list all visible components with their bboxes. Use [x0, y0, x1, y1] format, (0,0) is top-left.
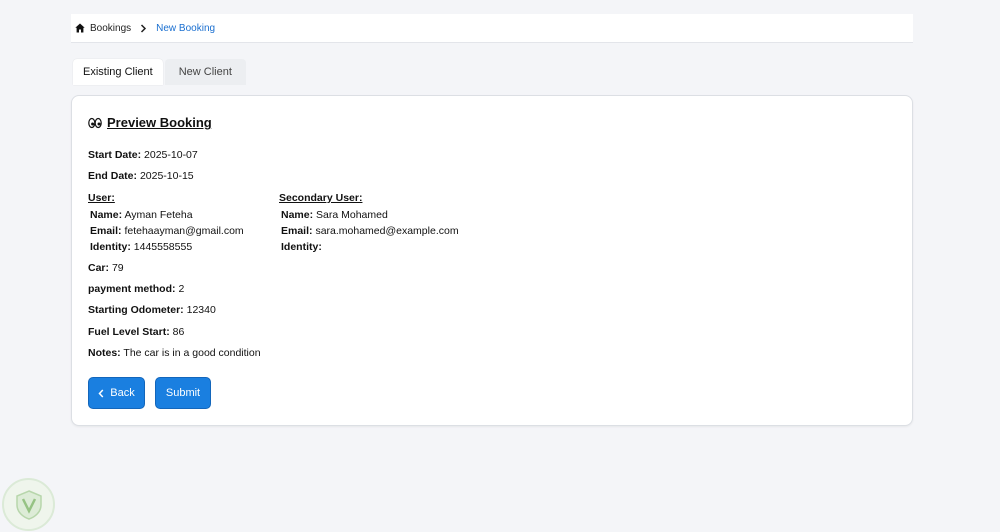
starting-odometer-row: Starting Odometer: 12340 — [88, 304, 216, 316]
fuel-level-label: Fuel Level Start: — [88, 326, 170, 338]
client-tabs: Existing Client New Client — [73, 59, 246, 85]
notes-label: Notes: — [88, 347, 121, 359]
secondary-user-name-value: Sara Mohamed — [316, 209, 388, 221]
user-heading: User: — [88, 192, 115, 204]
preview-card: Preview Booking Start Date: 2025-10-07 E… — [71, 95, 913, 426]
start-date-row: Start Date: 2025-10-07 — [88, 149, 198, 161]
secondary-user-email-value: sara.mohamed@example.com — [315, 225, 459, 237]
user-email-row: Email: fetehaayman@gmail.com — [90, 223, 244, 239]
notes-value: The car is in a good condition — [123, 347, 261, 359]
end-date-value: 2025-10-15 — [139, 170, 194, 182]
car-row: Car: 79 — [88, 262, 124, 274]
secondary-user-identity-label: Identity: — [281, 241, 322, 253]
starting-odometer-label: Starting Odometer: — [88, 304, 184, 316]
fuel-level-value: 86 — [172, 326, 185, 338]
user-block: User: Name: Ayman Feteha Email: fetehaay… — [88, 192, 244, 255]
user-name-label: Name: — [90, 209, 123, 221]
shield-leaf-icon — [15, 489, 42, 520]
page-title: Preview Booking — [107, 115, 212, 130]
back-button[interactable]: Back — [88, 377, 145, 409]
user-email-value: fetehaayman@gmail.com — [124, 225, 244, 237]
breadcrumb-bookings-link[interactable]: Bookings — [90, 23, 131, 34]
chevron-left-icon — [98, 388, 104, 398]
payment-method-label: payment method: — [88, 283, 176, 295]
end-date-row: End Date: 2025-10-15 — [88, 170, 194, 182]
user-email-label: Email: — [90, 225, 122, 237]
breadcrumb: Bookings New Booking — [71, 14, 913, 43]
payment-method-row: payment method: 2 — [88, 283, 184, 295]
user-name-value: Ayman Feteha — [124, 209, 193, 221]
tab-existing-client[interactable]: Existing Client — [73, 59, 163, 85]
home-icon[interactable] — [75, 23, 85, 33]
user-name-row: Name: Ayman Feteha — [90, 207, 244, 223]
secondary-user-name-label: Name: — [281, 209, 314, 221]
eyes-icon — [88, 117, 102, 129]
secondary-user-block: Secondary User: Name: Sara Mohamed Email… — [279, 192, 459, 255]
user-identity-label: Identity: — [90, 241, 131, 253]
secondary-user-email-row: Email: sara.mohamed@example.com — [281, 223, 459, 239]
submit-button[interactable]: Submit — [155, 377, 211, 409]
car-value: 79 — [111, 262, 124, 274]
secondary-user-identity-row: Identity: — [281, 239, 459, 255]
secondary-user-heading: Secondary User: — [279, 192, 363, 204]
fuel-level-row: Fuel Level Start: 86 — [88, 326, 184, 338]
breadcrumb-current: New Booking — [156, 22, 216, 34]
start-date-value: 2025-10-07 — [144, 149, 198, 161]
user-identity-value: 1445558555 — [133, 241, 193, 253]
car-label: Car: — [88, 262, 110, 274]
chevron-right-icon — [140, 23, 147, 33]
back-button-label: Back — [110, 387, 135, 399]
card-title: Preview Booking — [88, 115, 212, 130]
notes-row: Notes: The car is in a good condition — [88, 347, 261, 359]
starting-odometer-value: 12340 — [186, 304, 216, 316]
tab-new-client[interactable]: New Client — [164, 59, 246, 85]
secondary-user-name-row: Name: Sara Mohamed — [281, 207, 459, 223]
user-identity-row: Identity: 1445558555 — [90, 239, 244, 255]
end-date-label: End Date: — [88, 170, 138, 182]
payment-method-value: 2 — [178, 283, 185, 295]
watermark-logo — [2, 478, 55, 531]
start-date-label: Start Date: — [88, 149, 142, 161]
secondary-user-email-label: Email: — [281, 225, 313, 237]
